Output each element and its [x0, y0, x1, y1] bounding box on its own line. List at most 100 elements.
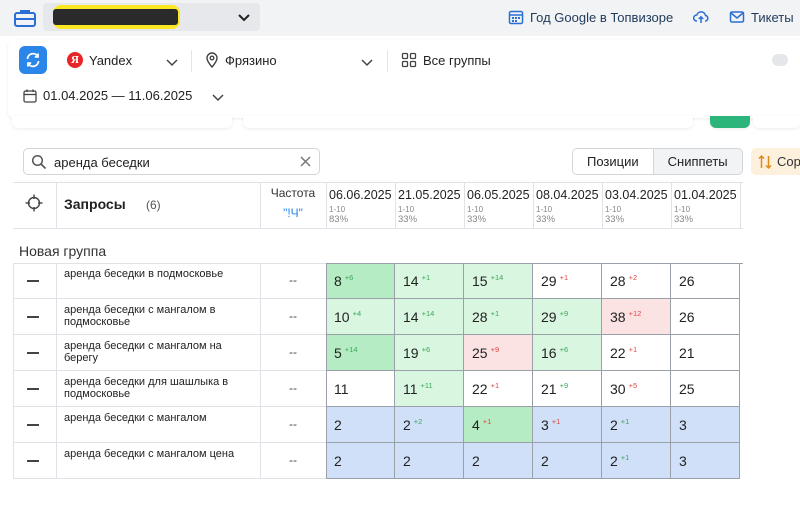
date-range-selector[interactable]: 01.04.2025 — 11.06.2025 — [23, 88, 192, 103]
link-tickets-label: Тикеты — [751, 9, 794, 25]
position-cell[interactable]: 3 +1 — [533, 407, 602, 443]
row-dash-icon[interactable] — [27, 460, 39, 462]
search-field[interactable] — [23, 148, 320, 175]
tab-snippets[interactable]: Сниппеты — [654, 149, 742, 174]
briefcase-icon[interactable] — [13, 8, 37, 28]
widget-card — [12, 116, 232, 128]
engine-selector[interactable]: Я Yandex — [67, 52, 132, 68]
query-text[interactable]: аренда беседки в подмосковье — [64, 268, 244, 280]
position-cell[interactable]: 4 +1 — [464, 407, 533, 443]
position-cell[interactable]: 10 +4 — [326, 299, 395, 335]
position-value: 16 — [541, 345, 557, 361]
position-cell[interactable]: 2 — [395, 443, 464, 479]
position-cell[interactable]: 5 +14 — [326, 335, 395, 371]
position-cell[interactable]: 15 +14 — [464, 263, 533, 299]
position-delta: +4 — [352, 309, 362, 318]
position-delta: +9 — [559, 381, 569, 390]
query-text[interactable]: аренда беседки с мангалом на берегу — [64, 340, 244, 364]
upload-button[interactable] — [693, 9, 709, 25]
query-text[interactable]: аренда беседки для шашлыка в подмосковье — [64, 376, 244, 400]
position-cell[interactable]: 22 +1 — [464, 371, 533, 407]
position-cell[interactable]: 3 — [671, 443, 740, 479]
position-cell[interactable]: 38 +12 — [602, 299, 671, 335]
date-column-header[interactable]: 06.06.2025 1-10 83% — [326, 182, 395, 228]
position-delta: +14 — [490, 273, 504, 282]
position-value: 11 — [403, 381, 418, 397]
chevron-down-icon[interactable] — [360, 55, 374, 69]
frequency-value: -- — [289, 381, 297, 395]
divider — [260, 299, 261, 335]
row-dash-icon[interactable] — [27, 388, 39, 390]
query-text[interactable]: аренда беседки с мангалом цена — [64, 448, 244, 460]
position-cell[interactable]: 26 — [671, 263, 740, 299]
row-dash-icon[interactable] — [27, 316, 39, 318]
chevron-down-icon[interactable] — [211, 90, 225, 104]
chevron-down-icon[interactable] — [165, 55, 179, 69]
date-column-header[interactable]: 03.04.2025 1-10 33% — [602, 182, 671, 228]
position-cell[interactable]: 2 +1 — [602, 407, 671, 443]
position-cell[interactable]: 2 — [326, 443, 395, 479]
position-cell[interactable]: 22 +1 — [602, 335, 671, 371]
date-column-header[interactable]: 01.04.2025 1-10 33% — [671, 182, 740, 228]
sort-button[interactable]: Сор — [751, 148, 800, 175]
region-selector[interactable]: Фрязино — [205, 52, 277, 68]
search-input[interactable] — [54, 153, 294, 171]
date-column-header[interactable]: 06.05.2025 1-10 33% — [464, 182, 533, 228]
position-cell[interactable]: 2 — [533, 443, 602, 479]
divider — [56, 263, 57, 299]
row-dash-icon[interactable] — [27, 352, 39, 354]
date-column-header[interactable]: 08.04.2025 1-10 33% — [533, 182, 602, 228]
position-cell[interactable]: 2 — [464, 443, 533, 479]
position-cell[interactable]: 25 +9 — [464, 335, 533, 371]
position-cell[interactable]: 3 — [671, 407, 740, 443]
refresh-button[interactable] — [19, 46, 47, 74]
position-value: 28 — [610, 273, 626, 289]
groups-selector[interactable]: Все группы — [401, 52, 491, 68]
crosshair-icon[interactable] — [25, 194, 43, 212]
row-dash-icon[interactable] — [27, 424, 39, 426]
link-google-year[interactable]: Год Google в Топвизоре — [508, 9, 673, 25]
position-cell[interactable]: 30 +5 — [602, 371, 671, 407]
position-cell[interactable]: 21 +9 — [533, 371, 602, 407]
groups-label: Все группы — [423, 52, 491, 68]
query-text[interactable]: аренда беседки с мангалом в подмосковье — [64, 304, 244, 328]
position-cell[interactable]: 28 +1 — [464, 299, 533, 335]
date-range-label: 01.04.2025 — 11.06.2025 — [43, 88, 193, 103]
sort-icon — [758, 154, 772, 170]
position-delta: +1 — [490, 309, 500, 318]
position-cell[interactable]: 14 +1 — [395, 263, 464, 299]
position-cell[interactable]: 11 — [326, 371, 395, 407]
divider — [13, 407, 14, 443]
query-text[interactable]: аренда беседки с мангалом — [64, 412, 244, 424]
position-cell[interactable]: 2 +2 — [395, 407, 464, 443]
position-cell[interactable]: 28 +2 — [602, 263, 671, 299]
position-cell[interactable]: 25 — [671, 371, 740, 407]
widget-card — [753, 116, 800, 128]
date-column-header[interactable]: 21.05.2025 1-10 33% — [395, 182, 464, 228]
queries-header[interactable]: Запросы — [64, 196, 126, 212]
close-icon[interactable] — [299, 155, 312, 168]
link-tickets[interactable]: Тикеты — [729, 9, 794, 25]
toggle-switch[interactable] — [772, 54, 788, 66]
position-cell[interactable]: 29 +9 — [533, 299, 602, 335]
position-cell[interactable]: 19 +6 — [395, 335, 464, 371]
frequency-type-link[interactable]: "!Ч" — [260, 206, 326, 220]
calendar-grid-icon — [508, 10, 524, 25]
position-cell[interactable]: 16 +6 — [533, 335, 602, 371]
position-cell[interactable]: 2 — [326, 407, 395, 443]
row-dash-icon[interactable] — [27, 280, 39, 282]
position-cell[interactable]: 21 — [671, 335, 740, 371]
view-switcher: Позиции Сниппеты — [572, 148, 743, 175]
position-value: 29 — [541, 273, 557, 289]
project-selector[interactable] — [43, 3, 260, 31]
position-cell[interactable]: 11 +11 — [395, 371, 464, 407]
position-cell[interactable]: 8 +6 — [326, 263, 395, 299]
position-value: 2 — [541, 453, 549, 469]
tab-positions[interactable]: Позиции — [573, 149, 654, 174]
position-cell[interactable]: 26 — [671, 299, 740, 335]
frequency-header[interactable]: Частота — [260, 186, 326, 200]
position-cell[interactable]: 14 +14 — [395, 299, 464, 335]
visibility-percent: 33% — [674, 214, 694, 225]
position-cell[interactable]: 2 +1 — [602, 443, 671, 479]
position-cell[interactable]: 29 +1 — [533, 263, 602, 299]
